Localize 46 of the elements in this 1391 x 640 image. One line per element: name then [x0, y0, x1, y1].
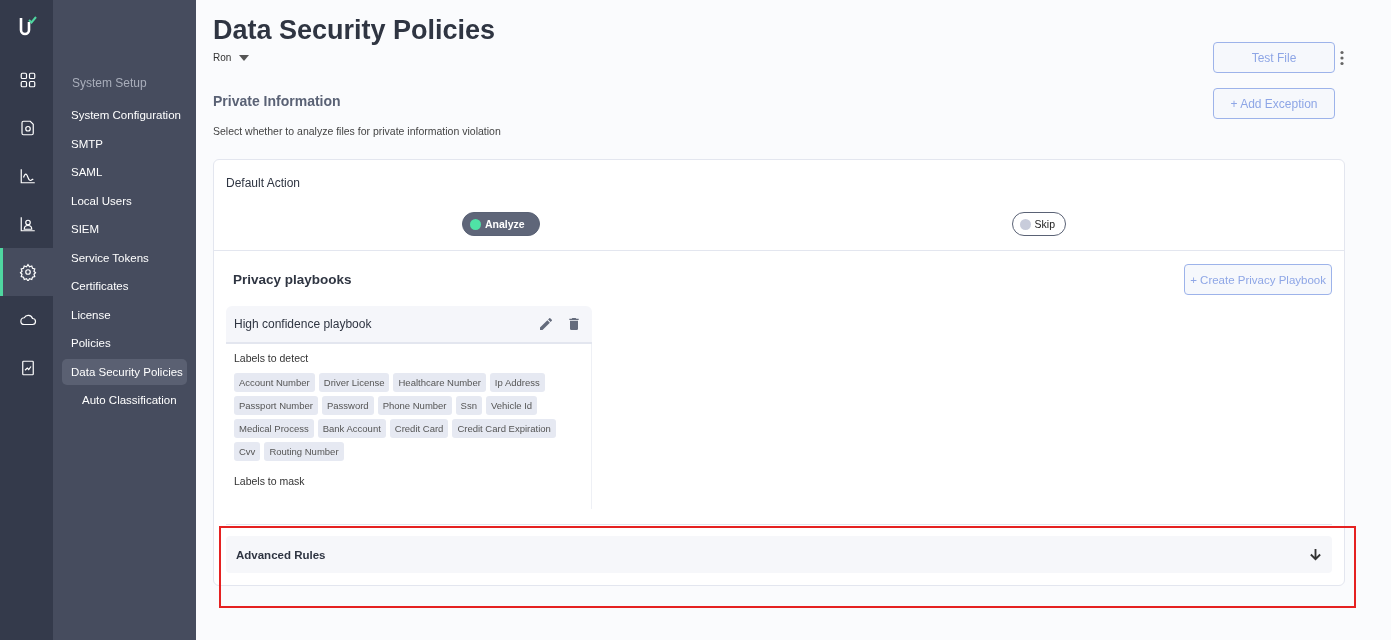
advanced-rules-row[interactable]: Advanced Rules — [226, 536, 1332, 573]
label-tag: Ip Address — [489, 373, 545, 392]
advanced-rules-title: Advanced Rules — [236, 548, 326, 561]
label-tag: Passport Number — [234, 396, 318, 415]
page-title: Data Security Policies — [213, 14, 497, 46]
nav-item[interactable]: Local Users — [62, 187, 187, 214]
trash-icon[interactable] — [566, 316, 582, 332]
label-tag: Bank Account — [317, 419, 386, 438]
nav-item[interactable]: SAML — [62, 159, 187, 185]
section-description: Select whether to analyze files for private information violation — [213, 125, 501, 137]
user-name[interactable]: Ron — [213, 52, 232, 63]
label-tag: Phone Number — [377, 396, 452, 415]
label-tag: Medical Process — [234, 419, 314, 438]
pencil-icon[interactable] — [538, 316, 554, 332]
gear-icon[interactable] — [0, 248, 53, 296]
label-tag: Credit Card Expiration — [452, 419, 556, 438]
nav-item[interactable]: SIEM — [62, 216, 187, 242]
nav-item[interactable]: Auto Classification — [62, 387, 187, 413]
section-title: Private Information — [213, 93, 342, 109]
labels-group-title: Labels to detect — [234, 352, 310, 364]
label-tag: Cvv — [234, 442, 261, 461]
playbook-name: High confidence playbook — [234, 317, 372, 331]
action-toggle[interactable]: Skip — [1011, 212, 1067, 236]
playbooks-title: Privacy playbooks — [233, 272, 352, 287]
nav-item[interactable]: System Configuration — [62, 102, 187, 128]
label-tag: Account Number — [234, 373, 315, 392]
nav-item[interactable]: Service Tokens — [62, 244, 187, 271]
label-tag: Driver License — [318, 373, 390, 392]
nav-item[interactable]: Certificates — [62, 273, 187, 299]
label-tag: Password — [321, 396, 374, 415]
nav-item[interactable]: Data Security Policies — [62, 358, 187, 385]
nav-item[interactable]: Policies — [62, 330, 187, 356]
nav-item[interactable]: License — [62, 301, 187, 328]
arrow-down-icon[interactable] — [1309, 548, 1322, 561]
nav-item[interactable]: SMTP — [62, 130, 187, 157]
label-tag: Vehicle Id — [485, 396, 538, 415]
label-tag: Routing Number — [264, 442, 344, 461]
nav-section-title: System Setup — [71, 76, 148, 92]
labels-group-title: Labels to mask — [234, 475, 306, 487]
more-icon[interactable] — [1339, 49, 1345, 66]
default-action-title: Default Action — [226, 176, 302, 190]
action-toggle[interactable]: Analyze — [461, 212, 540, 236]
label-tag: Ssn — [455, 396, 482, 415]
label-tag: Healthcare Number — [393, 373, 486, 392]
label-tag: Credit Card — [389, 419, 449, 438]
caret-icon[interactable] — [239, 54, 250, 61]
